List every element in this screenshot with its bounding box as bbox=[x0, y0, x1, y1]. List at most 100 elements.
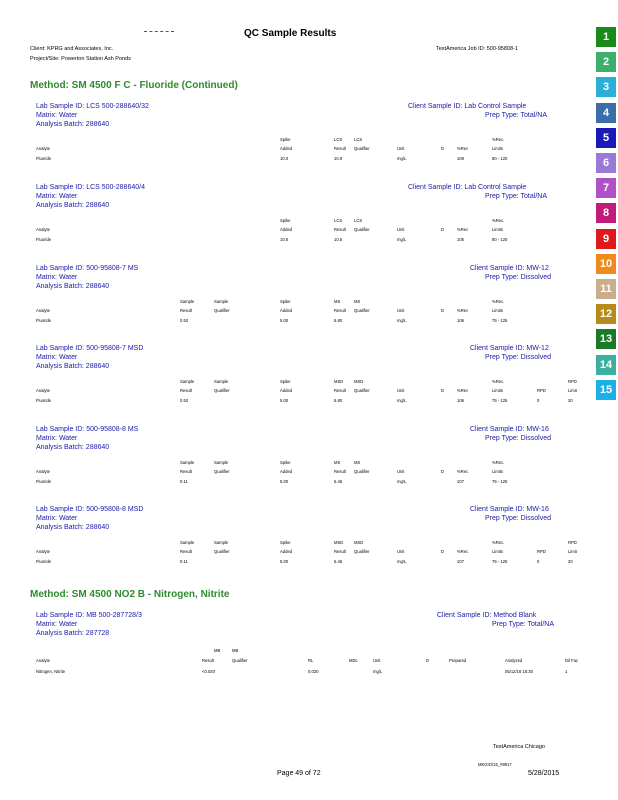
matrix: Matrix: Water bbox=[36, 193, 78, 200]
section-tab-4[interactable]: 4 bbox=[596, 102, 616, 123]
col-header: LCS bbox=[354, 137, 363, 142]
section-tab-8[interactable]: 8 bbox=[596, 203, 616, 224]
section-tab-14[interactable]: 14 bbox=[596, 354, 616, 375]
col-header: Result bbox=[334, 469, 346, 474]
table-cell: 5.46 bbox=[334, 559, 343, 564]
analyte-name: Fluoride bbox=[36, 559, 52, 564]
col-header: Sample bbox=[180, 540, 195, 545]
section-tab-10[interactable]: 10 bbox=[596, 253, 616, 274]
section-tab-1[interactable]: 1 bbox=[596, 27, 616, 47]
col-header: LCS bbox=[334, 137, 343, 142]
analysis-batch: Analysis Batch: 288640 bbox=[36, 202, 110, 209]
section-tab-5[interactable]: 5 bbox=[596, 127, 616, 148]
col-header: MS bbox=[334, 460, 341, 465]
col-header: Spike bbox=[280, 460, 291, 465]
col-header: Limits bbox=[492, 469, 503, 474]
table-cell: 20 bbox=[568, 559, 573, 564]
table-cell: 107 bbox=[457, 479, 464, 484]
client-sample-id: Client Sample ID: MW-12 bbox=[470, 265, 549, 272]
prep-type: Prep Type: Dissolved bbox=[485, 435, 552, 442]
section-tab-12[interactable]: 12 bbox=[596, 304, 616, 325]
section-tab-11[interactable]: 11 bbox=[596, 279, 616, 299]
table-cell: 5.80 bbox=[334, 318, 343, 323]
prep-type: Prep Type: Total/NA bbox=[492, 621, 554, 628]
table-cell: 0 bbox=[537, 398, 540, 403]
prep-type: Prep Type: Total/NA bbox=[485, 193, 547, 200]
col-header: Unit bbox=[397, 227, 405, 232]
page-number: Page 49 of 72 bbox=[277, 770, 321, 777]
col-header-analyte: Analyte bbox=[36, 469, 50, 474]
table-cell: Nitrogen, Nitrite bbox=[36, 669, 66, 674]
col-header: Qualifier bbox=[354, 146, 370, 151]
col-header: Result bbox=[180, 549, 192, 554]
lab-sample-id: Lab Sample ID: LCS 500-288640/4 bbox=[36, 184, 145, 191]
col-header: D bbox=[441, 469, 445, 474]
col-header-analyte: Analyte bbox=[36, 227, 50, 232]
col-header: Sample bbox=[180, 379, 195, 384]
table-cell: 0 bbox=[537, 559, 540, 564]
table-cell: 10.5 bbox=[334, 237, 343, 242]
section-tab-15[interactable]: 15 bbox=[596, 379, 616, 400]
lab-sample-id: Lab Sample ID: MB 500-287728/3 bbox=[36, 612, 142, 619]
table-cell: 107 bbox=[457, 559, 464, 564]
table-cell: 75 - 125 bbox=[492, 398, 508, 403]
section-tab-7[interactable]: 7 bbox=[596, 178, 616, 199]
section-tab-2[interactable]: 2 bbox=[596, 52, 616, 73]
footer-code: MKGIO/15_#8917 bbox=[478, 762, 512, 767]
col-header: %Rec. bbox=[492, 460, 505, 465]
table-cell: 0.11 bbox=[180, 559, 188, 564]
table-cell: 0.11 bbox=[180, 479, 188, 484]
col-header: %Rec bbox=[457, 388, 469, 393]
col-header: Spike bbox=[280, 540, 291, 545]
section-tab-13[interactable]: 13 bbox=[596, 329, 616, 350]
lab-sample-id: Lab Sample ID: 500-95808-8 MS bbox=[36, 426, 139, 433]
table-cell: 20 bbox=[568, 398, 573, 403]
col-header: %Rec. bbox=[492, 299, 505, 304]
method-heading-nitrite: Method: SM 4500 NO2 B - Nitrogen, Nitrit… bbox=[30, 589, 230, 600]
prep-type: Prep Type: Dissolved bbox=[485, 515, 552, 522]
table-cell: 0.52 bbox=[180, 318, 189, 323]
col-header: MS bbox=[354, 460, 361, 465]
col-header: Sample bbox=[214, 299, 229, 304]
section-tab-3[interactable]: 3 bbox=[596, 77, 616, 98]
col-header: Unit bbox=[397, 549, 405, 554]
col-header: MSD bbox=[354, 540, 364, 545]
col-header: Qualifier bbox=[214, 308, 230, 313]
col-header: Added bbox=[280, 388, 293, 393]
project-site: Project/Site: Powerton Station Ash Ponds bbox=[30, 56, 131, 62]
table-cell: 80 - 120 bbox=[492, 237, 508, 242]
col-header: Qualifier bbox=[214, 549, 230, 554]
table-cell: 75 - 125 bbox=[492, 318, 508, 323]
col-header: Spike bbox=[280, 137, 291, 142]
table-cell: 5.00 bbox=[280, 559, 289, 564]
col-header: Spike bbox=[280, 299, 291, 304]
lab-sample-id: Lab Sample ID: LCS 500-288640/32 bbox=[36, 103, 149, 110]
table-cell: mg/L bbox=[397, 398, 407, 403]
col-header: D bbox=[441, 146, 445, 151]
col-header: D bbox=[426, 658, 430, 663]
table-cell: 1 bbox=[565, 669, 568, 674]
matrix: Matrix: Water bbox=[36, 515, 78, 522]
table-cell: 5.80 bbox=[334, 398, 343, 403]
analysis-batch: Analysis Batch: 288640 bbox=[36, 524, 110, 531]
col-header: LCS bbox=[334, 218, 343, 223]
table-cell: 5.00 bbox=[280, 318, 289, 323]
col-header: Added bbox=[280, 308, 293, 313]
col-header: LCS bbox=[354, 218, 363, 223]
section-tab-9[interactable]: 9 bbox=[596, 228, 616, 249]
client-sample-id: Client Sample ID: MW-12 bbox=[470, 345, 549, 352]
section-tab-6[interactable]: 6 bbox=[596, 153, 616, 173]
col-header: Analyzed bbox=[505, 658, 523, 663]
col-header: MSD bbox=[354, 379, 364, 384]
client-name: Client: KPRG and Associates, Inc. bbox=[30, 46, 114, 52]
col-header: Qualifier bbox=[214, 388, 230, 393]
col-header: D bbox=[441, 388, 445, 393]
col-header: Added bbox=[280, 469, 293, 474]
col-header-analyte: Analyte bbox=[36, 146, 50, 151]
table-cell: 109 bbox=[457, 156, 464, 161]
table-cell: 106 bbox=[457, 318, 464, 323]
col-header: Added bbox=[280, 146, 293, 151]
col-header-analyte: Analyte bbox=[36, 308, 50, 313]
prep-type: Prep Type: Dissolved bbox=[485, 354, 552, 361]
col-header: Result bbox=[180, 308, 192, 313]
